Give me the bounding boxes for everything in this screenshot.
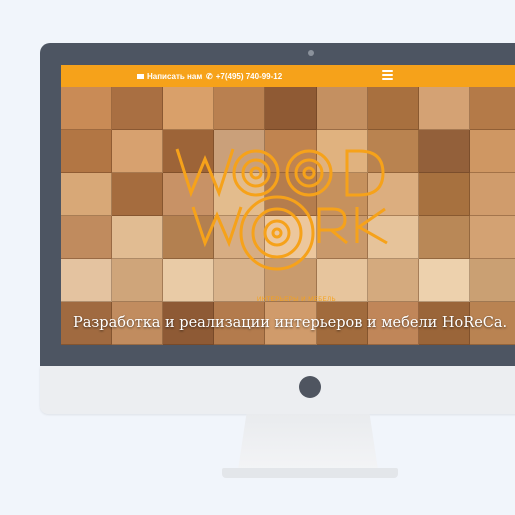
logo-caption: ИНТЕРЬЕРЫ И МЕБЕЛЬ — [257, 297, 337, 303]
phone-icon: ✆ — [206, 71, 213, 81]
monitor-base — [222, 468, 398, 478]
email-label: Написать нам — [147, 72, 203, 81]
hamburger-menu-icon[interactable] — [382, 70, 393, 80]
phone-number: +7(495) 740-99-12 — [215, 72, 283, 81]
monitor-home-button — [299, 376, 321, 398]
monitor-chin — [40, 366, 515, 414]
website-screen: Написать нам ✆ +7(495) 740-99-12 ИНТЕРЬЕ — [61, 65, 515, 345]
email-link[interactable]: Написать нам — [137, 72, 202, 81]
top-contact-bar: Написать нам ✆ +7(495) 740-99-12 — [61, 65, 515, 87]
monitor-stand — [238, 414, 378, 470]
envelope-icon — [137, 74, 144, 79]
webcam-dot — [308, 50, 314, 56]
woodwork-logo — [175, 148, 388, 271]
hero-headline: Разработка и реализации интерьеров и меб… — [73, 315, 508, 331]
phone-link[interactable]: ✆ +7(495) 740-99-12 — [206, 72, 282, 81]
